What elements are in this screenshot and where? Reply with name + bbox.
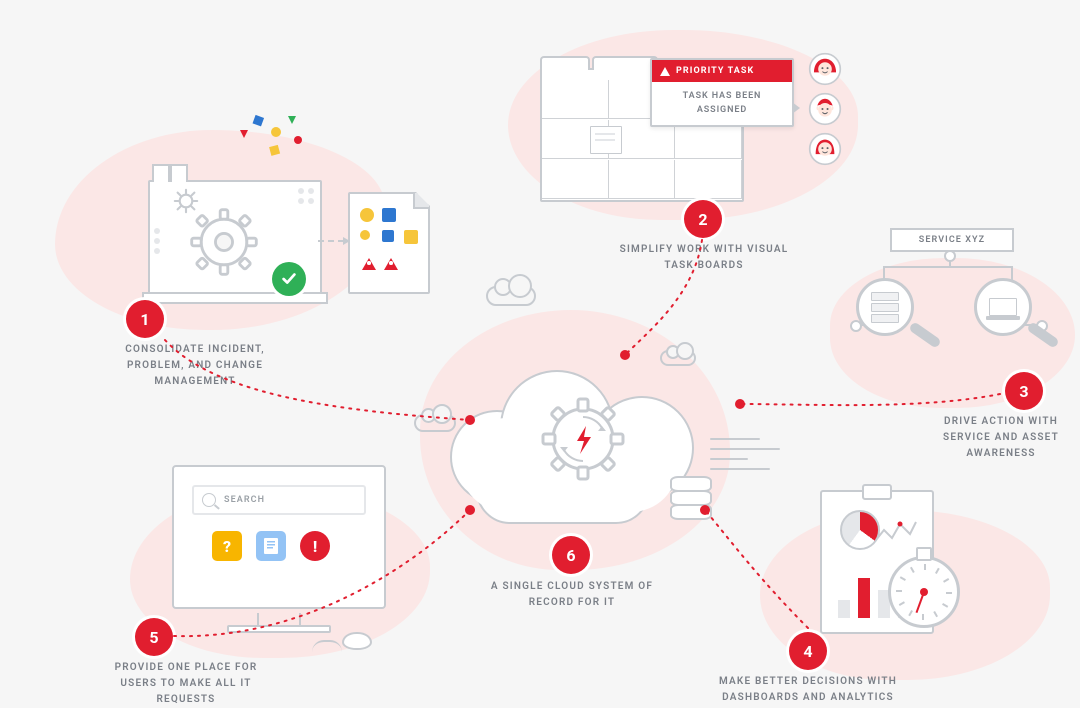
search-placeholder: SEARCH (224, 495, 265, 505)
badge-6: 6 (552, 536, 590, 574)
label-1: CONSOLIDATE INCIDENT, PROBLEM, AND CHANG… (98, 342, 292, 390)
label-6: A SINGLE CLOUD SYSTEM OF RECORD FOR IT (469, 579, 675, 611)
mouse-icon (342, 632, 372, 650)
center-gear-icon (536, 392, 630, 486)
app-icon-row: ? ! (212, 531, 330, 561)
avatar-group (808, 52, 842, 166)
large-gear-icon (186, 204, 262, 280)
badge-5: 5 (135, 618, 173, 656)
priority-task-popup: PRIORITY TASK TASK HAS BEEN ASSIGNED (650, 58, 794, 127)
avatar-female1-icon (808, 52, 842, 86)
label-4: MAKE BETTER DECISIONS WITH DASHBOARDS AN… (706, 674, 910, 706)
badge-4-num: 4 (803, 642, 812, 661)
monitor-icon: SEARCH ? ! (172, 465, 386, 609)
search-bar: SEARCH (192, 485, 366, 515)
document-app-icon (256, 531, 286, 561)
help-icon: ? (212, 531, 242, 561)
arrow-right-icon (792, 102, 800, 114)
sparkline-icon (874, 516, 918, 546)
search-icon (202, 493, 216, 507)
label-2: SIMPLIFY WORK WITH VISUAL TASK BOARDS (616, 242, 792, 274)
small-cloud-icon (486, 286, 536, 306)
service-box: SERVICE XYZ (890, 228, 1014, 252)
diagram-stage: .dline{fill:none;stroke:#e11e2f;stroke-w… (0, 0, 1080, 706)
badge-2-num: 2 (698, 210, 707, 229)
arrow-dash-icon (318, 240, 344, 242)
label-5: PROVIDE ONE PLACE FOR USERS TO MAKE ALL … (97, 660, 275, 708)
popup-header-text: PRIORITY TASK (676, 66, 754, 76)
database-icon (670, 478, 712, 518)
avatar-female2-icon (808, 132, 842, 166)
badge-4: 4 (789, 632, 827, 670)
confetti-icon (232, 110, 322, 170)
checkmark-icon (272, 262, 306, 296)
magnifier-laptop-icon (974, 278, 1032, 336)
alert-triangle-icon (660, 67, 670, 76)
badge-1: 1 (126, 300, 164, 338)
monitor-screen: SEARCH ? ! (182, 475, 376, 599)
magnifier-server-icon (856, 278, 914, 336)
badge-2: 2 (684, 200, 722, 238)
alert-icon: ! (300, 531, 330, 561)
speed-lines-icon (710, 430, 790, 478)
avatar-male-icon (808, 92, 842, 126)
popup-header: PRIORITY TASK (652, 60, 792, 82)
badge-3: 3 (1005, 372, 1043, 410)
badge-5-num: 5 (149, 628, 158, 647)
stopwatch-icon (888, 556, 960, 628)
service-box-text: SERVICE XYZ (919, 235, 985, 245)
label-3: DRIVE ACTION WITH SERVICE AND ASSET AWAR… (924, 414, 1078, 462)
badge-3-num: 3 (1019, 382, 1028, 401)
popup-body-text: TASK HAS BEEN ASSIGNED (652, 82, 792, 125)
kanban-card-icon (590, 126, 622, 154)
document-icon (348, 192, 430, 294)
badge-6-num: 6 (566, 546, 575, 565)
badge-1-num: 1 (140, 310, 149, 329)
